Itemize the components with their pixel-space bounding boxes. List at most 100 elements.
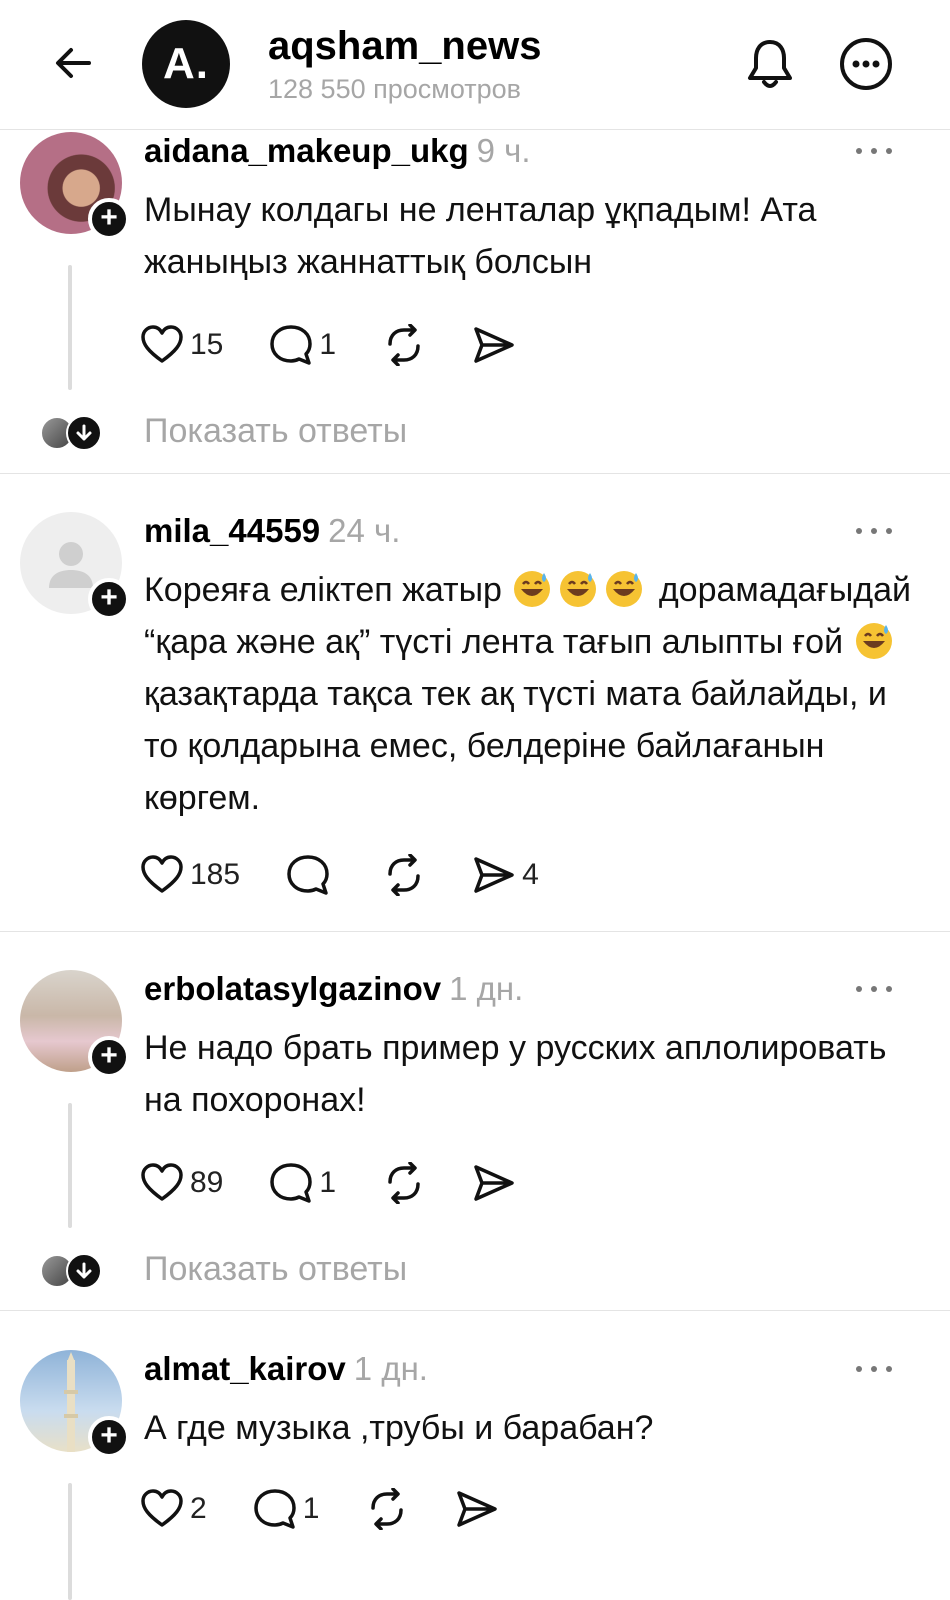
reply-button[interactable] xyxy=(286,854,336,896)
heart-icon xyxy=(141,855,183,893)
more-options-button[interactable] xyxy=(836,34,896,94)
comment-text-part: Кореяға еліктеп жатыр xyxy=(144,571,502,609)
comment-item: + erbolatasylgazinov 1 дн. Не надо брать … xyxy=(0,968,950,1313)
thread-line xyxy=(68,265,72,390)
channel-avatar[interactable]: A. xyxy=(142,20,230,108)
comment-actions: 185 4 xyxy=(140,850,585,900)
comment-icon xyxy=(287,855,329,895)
comment-username[interactable]: erbolatasylgazinov 1 дн. xyxy=(144,970,523,1008)
repost-icon xyxy=(388,324,420,366)
show-replies-button[interactable]: Показать ответы xyxy=(0,1246,950,1296)
username-text: almat_kairov xyxy=(144,1350,346,1387)
show-replies-button[interactable]: Показать ответы xyxy=(0,408,950,458)
like-button[interactable]: 2 xyxy=(140,1489,207,1529)
share-button[interactable] xyxy=(472,325,516,365)
send-icon xyxy=(474,1165,514,1201)
bell-icon xyxy=(748,40,792,88)
top-bar: A. aqsham_news 128 550 просмотров xyxy=(0,0,950,130)
comment-icon xyxy=(270,325,313,365)
grinning-sweat-emoji xyxy=(560,571,597,607)
divider xyxy=(0,1310,950,1311)
comment-text: Не надо брать пример у русских аплолиров… xyxy=(144,1029,887,1119)
comment-text-part: қазақтарда тақса тек ақ түсті мата байла… xyxy=(144,675,887,817)
comment-more-button[interactable] xyxy=(852,518,896,544)
notifications-button[interactable] xyxy=(742,36,798,92)
comment-time: 1 дн. xyxy=(449,970,524,1007)
comment-more-button[interactable] xyxy=(852,138,896,164)
send-icon xyxy=(474,327,514,363)
repost-icon xyxy=(371,1488,404,1530)
back-button[interactable] xyxy=(48,38,98,88)
send-icon xyxy=(474,857,514,893)
follow-plus-button[interactable]: + xyxy=(88,1036,130,1078)
like-count: 15 xyxy=(190,328,224,361)
like-button[interactable]: 89 xyxy=(140,1163,223,1203)
heart-icon xyxy=(141,1489,183,1527)
comment-more-button[interactable] xyxy=(852,1356,896,1382)
comment-item: + mila_44559 24 ч. Кореяға еліктеп жатыр … xyxy=(0,510,950,930)
grinning-sweat-emoji xyxy=(514,571,551,607)
show-replies-label: Показать ответы xyxy=(144,1250,408,1288)
comment-more-button[interactable] xyxy=(852,976,896,1002)
send-icon xyxy=(457,1491,498,1527)
follow-plus-button[interactable]: + xyxy=(88,578,130,620)
share-button[interactable] xyxy=(472,1163,516,1203)
like-count: 89 xyxy=(190,1166,224,1199)
comment-icon xyxy=(270,1163,313,1203)
comment-time: 9 ч. xyxy=(476,132,531,169)
like-button[interactable]: 15 xyxy=(140,325,223,365)
thread-line xyxy=(68,1483,72,1600)
more-circle-icon xyxy=(840,38,892,90)
like-count: 2 xyxy=(190,1492,207,1525)
page-title[interactable]: aqsham_news xyxy=(268,24,541,69)
comment-actions: 15 1 xyxy=(140,320,562,370)
comment-text: Мынау колдагы не ленталар ұқпадым! Ата ж… xyxy=(144,191,817,281)
chevron-down-icon xyxy=(66,415,102,451)
heart-icon xyxy=(141,1163,183,1201)
repost-button[interactable] xyxy=(382,324,426,366)
comment-time: 1 дн. xyxy=(353,1350,428,1387)
repost-icon xyxy=(388,1162,420,1204)
grinning-sweat-emoji xyxy=(855,623,892,659)
username-text: erbolatasylgazinov xyxy=(144,970,442,1007)
share-button[interactable]: 4 xyxy=(472,855,539,895)
reply-button[interactable]: 1 xyxy=(269,324,336,366)
comment-username[interactable]: almat_kairov 1 дн. xyxy=(144,1350,428,1388)
repost-button[interactable] xyxy=(365,1488,409,1530)
repost-button[interactable] xyxy=(382,1162,426,1204)
username-text: aidana_makeup_ukg xyxy=(144,132,469,169)
follow-plus-button[interactable]: + xyxy=(88,198,130,240)
comment-username[interactable]: aidana_makeup_ukg 9 ч. xyxy=(144,132,531,170)
username-text: mila_44559 xyxy=(144,512,321,549)
chevron-down-icon xyxy=(66,1253,102,1289)
share-button[interactable] xyxy=(455,1489,499,1529)
comment-time: 24 ч. xyxy=(328,512,401,549)
reply-count: 1 xyxy=(302,1492,320,1525)
reply-count: 1 xyxy=(319,1166,337,1199)
divider xyxy=(0,473,950,474)
repost-icon xyxy=(388,854,420,896)
like-button[interactable]: 185 xyxy=(140,855,240,895)
comment-actions: 89 1 xyxy=(140,1158,562,1208)
logo-text: A. xyxy=(163,39,209,88)
repost-button[interactable] xyxy=(382,854,426,896)
reply-count: 1 xyxy=(319,328,337,361)
thread-line xyxy=(68,1103,72,1228)
reply-button[interactable]: 1 xyxy=(253,1488,320,1530)
comment-item: + aidana_makeup_ukg 9 ч. Мынау колдагы не… xyxy=(0,130,950,475)
show-replies-label: Показать ответы xyxy=(144,412,408,450)
like-count: 185 xyxy=(190,858,241,891)
comment-icon xyxy=(253,1489,296,1529)
grinning-sweat-emoji xyxy=(606,571,643,607)
heart-icon xyxy=(141,325,183,363)
divider xyxy=(0,931,950,932)
follow-plus-button[interactable]: + xyxy=(88,1416,130,1458)
comment-item: + almat_kairov 1 дн. А где музыка ,трубы … xyxy=(0,1348,950,1600)
reply-button[interactable]: 1 xyxy=(269,1162,336,1204)
share-count: 4 xyxy=(522,858,539,891)
comment-actions: 2 1 xyxy=(140,1484,545,1534)
arrow-left-icon xyxy=(56,48,91,78)
comment-username[interactable]: mila_44559 24 ч. xyxy=(144,512,400,550)
comment-text: А где музыка ,трубы и барабан? xyxy=(144,1409,654,1447)
views-count: 128 550 просмотров xyxy=(268,74,521,104)
